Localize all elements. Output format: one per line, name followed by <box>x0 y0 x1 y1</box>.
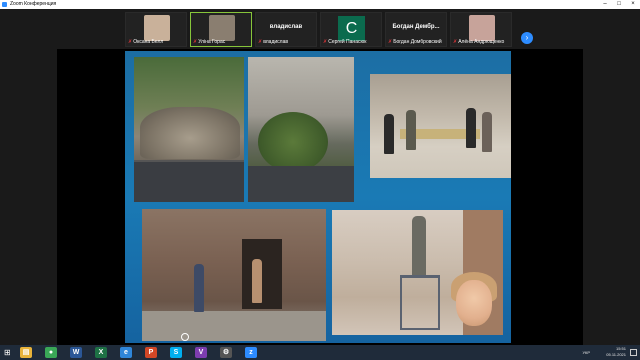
participant-name: Богдан Домбровский <box>393 39 442 45</box>
participant-name: Сергей Панасюк <box>328 39 367 45</box>
photo-volunteers-group <box>370 74 511 178</box>
person <box>406 110 416 150</box>
clock-date: 05.11.2021 <box>606 352 626 357</box>
photo-courtyard-branches <box>248 57 354 202</box>
skip-bin <box>134 160 244 202</box>
photo-interior-renovation <box>332 210 503 335</box>
participant-tile[interactable]: С ✗Сергей Панасюк <box>320 12 382 47</box>
mic-muted-icon: ✗ <box>323 39 328 45</box>
powerpoint-icon[interactable]: P <box>145 347 157 358</box>
mic-muted-icon: ✗ <box>128 39 133 45</box>
person <box>384 114 394 154</box>
skype-icon[interactable]: S <box>170 347 182 358</box>
word-icon[interactable]: W <box>70 347 82 358</box>
viber-icon[interactable]: V <box>195 347 207 358</box>
skip-bin <box>248 166 354 202</box>
window-title: Zoom Конференция <box>10 1 57 7</box>
worker <box>412 216 426 276</box>
system-tray[interactable]: УКР <box>582 350 590 355</box>
edge-icon[interactable]: e <box>120 347 132 358</box>
participant-name: Уліна Горас <box>198 39 226 45</box>
participant-tile[interactable]: ✗Алёна Андрющенко <box>450 12 512 47</box>
photo-rubble-container <box>134 57 244 202</box>
participant-name: Оксана Белл <box>133 39 164 45</box>
excel-icon[interactable]: X <box>95 347 107 358</box>
floor <box>142 311 326 341</box>
mic-muted-icon: ✗ <box>388 39 393 45</box>
maximize-button[interactable]: □ <box>612 0 626 9</box>
zoom-app-icon <box>2 2 7 7</box>
participant-video <box>469 15 495 41</box>
language-indicator[interactable]: УКР <box>582 350 590 355</box>
chrome-icon[interactable]: ● <box>45 347 57 358</box>
participant-video <box>144 15 170 41</box>
person <box>482 112 492 152</box>
minimize-button[interactable]: – <box>598 0 612 9</box>
doorway <box>242 239 282 309</box>
slide-nav-icon[interactable] <box>181 333 189 341</box>
participant-tile-active[interactable]: ✗Уліна Горас <box>190 12 252 47</box>
participant-name: Алёна Андрющенко <box>458 39 505 45</box>
worker <box>194 264 204 312</box>
worker <box>252 259 262 303</box>
presentation-slide <box>125 51 511 343</box>
selfie-face <box>456 280 492 326</box>
participant-video <box>209 15 235 41</box>
branches <box>258 112 328 172</box>
windows-taskbar: ⊞ ▤ ● W Xe P S V ⚙ z УКР 15:51 05.11.2021 <box>0 345 640 360</box>
zoom-window: Zoom Конференция – □ × ✗Оксана Белл ✗Улі… <box>0 0 640 360</box>
clock[interactable]: 15:51 05.11.2021 <box>606 346 626 358</box>
file-explorer-icon[interactable]: ▤ <box>20 347 32 358</box>
title-bar: Zoom Конференция – □ × <box>0 0 640 9</box>
zoom-icon[interactable]: z <box>245 347 257 358</box>
scaffold <box>400 275 440 330</box>
participant-name: владислав <box>263 39 289 45</box>
participant-strip: ✗Оксана Белл ✗Уліна Горас владислав ✗вла… <box>0 9 640 49</box>
person <box>466 108 476 148</box>
rubble-pile <box>140 107 240 159</box>
mic-muted-icon: ✗ <box>193 39 198 45</box>
participant-initial-avatar: С <box>338 16 365 41</box>
notification-icon[interactable] <box>630 349 637 356</box>
participant-center-name: Богдан Дембр... <box>392 24 440 30</box>
settings-icon[interactable]: ⚙ <box>220 347 232 358</box>
shared-screen <box>57 49 583 345</box>
participant-tile[interactable]: ✗Оксана Белл <box>125 12 187 47</box>
participant-center-name: владислав <box>269 24 303 30</box>
chevron-right-icon[interactable]: › <box>521 32 533 44</box>
participant-tile[interactable]: Богдан Дембр... ✗Богдан Домбровский <box>385 12 447 47</box>
mic-muted-icon: ✗ <box>258 39 263 45</box>
participant-tile[interactable]: владислав ✗владислав <box>255 12 317 47</box>
close-button[interactable]: × <box>626 0 640 9</box>
mic-muted-icon: ✗ <box>453 39 458 45</box>
windows-start-icon[interactable]: ⊞ <box>4 348 13 357</box>
photo-basement-workers <box>142 209 326 341</box>
